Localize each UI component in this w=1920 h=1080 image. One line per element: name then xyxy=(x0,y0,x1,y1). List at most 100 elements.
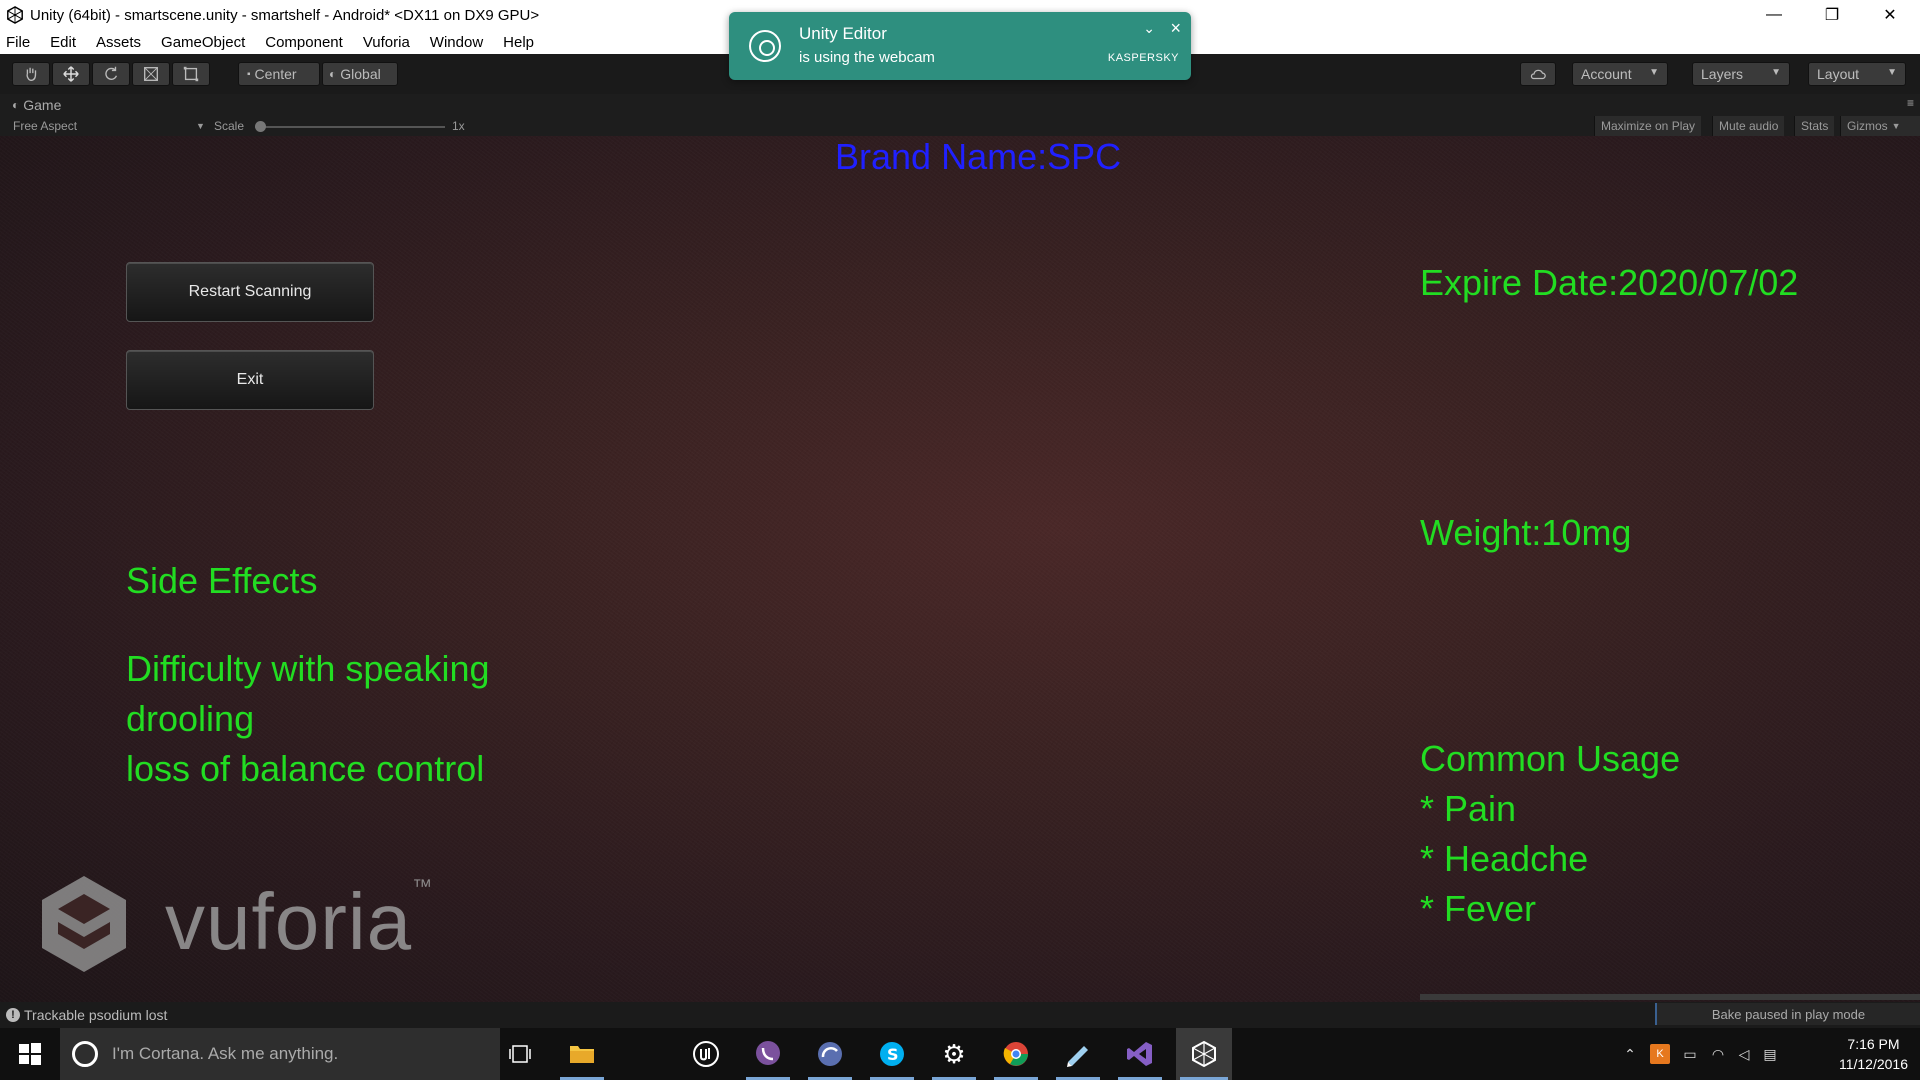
layers-dropdown[interactable]: Layers ▼ xyxy=(1692,62,1790,86)
taskbar-skype[interactable]: S xyxy=(866,1028,918,1080)
menu-component[interactable]: Component xyxy=(265,34,343,51)
layout-label: Layout xyxy=(1817,66,1860,82)
vuforia-logo-text: vuforia™ xyxy=(165,876,434,966)
notification-message: is using the webcam xyxy=(799,49,935,66)
side-effect-item: Difficulty with speaking xyxy=(126,648,490,689)
windows-taskbar: I'm Cortana. Ask me anything. S ⚙ ⌃ K ▭ … xyxy=(0,1028,1920,1080)
status-message[interactable]: Trackable psodium lost xyxy=(24,1007,167,1023)
menu-gameobject[interactable]: GameObject xyxy=(161,34,245,51)
pivot-mode-button[interactable]: ▪ Center xyxy=(238,62,320,86)
brand-name-label: Brand Name:SPC xyxy=(835,136,1122,177)
battery-icon[interactable]: ▭ xyxy=(1680,1044,1700,1064)
security-tray-icon[interactable]: K xyxy=(1650,1044,1670,1064)
webcam-notification[interactable]: Unity Editor is using the webcam KASPERS… xyxy=(729,12,1191,80)
chevron-up-icon[interactable]: ⌃ xyxy=(1620,1044,1640,1064)
move-tool-button[interactable] xyxy=(52,62,90,86)
status-bar: ! Trackable psodium lost Bake paused in … xyxy=(0,1002,1920,1028)
chevron-down-icon: ▼ xyxy=(1891,121,1901,131)
restore-icon: ❐ xyxy=(1824,7,1840,24)
mute-audio-toggle[interactable]: Mute audio xyxy=(1712,116,1785,136)
restore-button[interactable]: ❐ xyxy=(1804,0,1860,30)
menu-file[interactable]: File xyxy=(6,34,30,51)
mute-label: Mute audio xyxy=(1719,119,1779,133)
minimize-button[interactable]: — xyxy=(1746,0,1802,30)
window-title: Unity (64bit) - smartscene.unity - smart… xyxy=(30,6,540,24)
menu-assets[interactable]: Assets xyxy=(96,34,141,51)
taskbar-chrome[interactable] xyxy=(990,1028,1042,1080)
taskbar-torrent[interactable] xyxy=(804,1028,856,1080)
gizmos-dropdown[interactable]: Gizmos ▼ xyxy=(1840,116,1920,136)
wifi-icon[interactable]: ◠ xyxy=(1708,1044,1728,1064)
rotate-tool-button[interactable] xyxy=(92,62,130,86)
taskbar-unreal-engine[interactable] xyxy=(680,1028,732,1080)
tab-game[interactable]: Game xyxy=(23,97,61,113)
close-icon: ✕ xyxy=(1883,7,1897,24)
panel-menu-icon[interactable]: ≡ xyxy=(1907,96,1914,110)
scale-value: 1x xyxy=(452,119,465,133)
account-dropdown[interactable]: Account ▼ xyxy=(1572,62,1668,86)
taskbar-viber[interactable] xyxy=(742,1028,794,1080)
menu-edit[interactable]: Edit xyxy=(50,34,76,51)
scale-slider-handle[interactable] xyxy=(255,121,266,132)
game-view[interactable]: Brand Name:SPC Restart Scanning Exit Exp… xyxy=(0,136,1920,1002)
maximize-label: Maximize on Play xyxy=(1601,119,1696,133)
taskbar-settings[interactable]: ⚙ xyxy=(928,1028,980,1080)
minimize-icon: — xyxy=(1766,6,1782,23)
vuforia-logo-icon xyxy=(42,876,126,972)
restart-scanning-label: Restart Scanning xyxy=(188,283,312,300)
unreal-icon xyxy=(693,1041,719,1067)
taskbar-unity[interactable] xyxy=(1176,1028,1232,1080)
stats-toggle[interactable]: Stats xyxy=(1794,116,1835,136)
task-view-button[interactable] xyxy=(494,1028,546,1080)
chevron-down-icon[interactable]: ⌄ xyxy=(1143,20,1155,37)
scroll-indicator xyxy=(1420,994,1920,1000)
exit-button[interactable]: Exit xyxy=(126,350,374,410)
hand-icon xyxy=(26,67,37,81)
close-window-button[interactable]: ✕ xyxy=(1862,0,1918,30)
pivot-space-button[interactable]: ◐ Global xyxy=(322,62,398,86)
scale-icon xyxy=(144,67,158,81)
common-usage-item: * Pain xyxy=(1420,788,1517,829)
volume-icon[interactable]: ◁ xyxy=(1734,1044,1754,1064)
game-tab-icon: ◐ xyxy=(12,98,20,112)
chevron-down-icon: ▼ xyxy=(1771,67,1781,78)
side-effects-title: Side Effects xyxy=(126,560,318,601)
menu-vuforia[interactable]: Vuforia xyxy=(363,34,410,51)
scale-slider-track[interactable] xyxy=(255,126,445,128)
gear-icon: ⚙ xyxy=(942,1038,966,1069)
aspect-dropdown[interactable]: Free Aspect xyxy=(13,119,77,133)
rect-tool-button[interactable] xyxy=(172,62,210,86)
taskbar-notepad-app[interactable] xyxy=(1052,1028,1104,1080)
taskbar-file-explorer[interactable] xyxy=(556,1028,608,1080)
info-icon: ! xyxy=(6,1008,20,1022)
visual-studio-icon xyxy=(1127,1042,1152,1066)
collab-cloud-button[interactable] xyxy=(1520,62,1556,86)
pivot-icon: ▪ xyxy=(247,68,251,80)
clock[interactable]: 7:16 PM 11/12/2016 xyxy=(1839,1034,1908,1074)
menu-help[interactable]: Help xyxy=(503,34,534,51)
account-label: Account xyxy=(1581,66,1632,82)
svg-text:S: S xyxy=(887,1045,899,1064)
start-button[interactable] xyxy=(0,1028,60,1080)
bake-status-label: Bake paused in play mode xyxy=(1711,1006,1866,1022)
pivot-label: Center xyxy=(254,66,297,82)
side-effect-item: loss of balance control xyxy=(126,748,485,789)
unity-icon xyxy=(7,6,23,24)
cortana-search-box[interactable]: I'm Cortana. Ask me anything. xyxy=(60,1028,500,1080)
menu-window[interactable]: Window xyxy=(430,34,483,51)
close-icon[interactable]: × xyxy=(1170,18,1181,39)
maximize-on-play-toggle[interactable]: Maximize on Play xyxy=(1594,116,1702,136)
layout-dropdown[interactable]: Layout ▼ xyxy=(1808,62,1906,86)
restart-scanning-button[interactable]: Restart Scanning xyxy=(126,262,374,322)
torrent-icon xyxy=(818,1042,842,1066)
weight-label: Weight:10mg xyxy=(1420,512,1632,553)
action-center-icon[interactable]: ▤ xyxy=(1760,1044,1780,1064)
taskbar-visual-studio[interactable] xyxy=(1114,1028,1166,1080)
notification-title: Unity Editor xyxy=(799,24,887,43)
gizmos-label: Gizmos xyxy=(1847,119,1888,133)
hand-tool-button[interactable] xyxy=(12,62,50,86)
rotate-icon xyxy=(105,66,118,80)
chevron-down-icon: ▼ xyxy=(1887,67,1897,78)
move-arrows-icon xyxy=(63,66,79,82)
scale-tool-button[interactable] xyxy=(132,62,170,86)
